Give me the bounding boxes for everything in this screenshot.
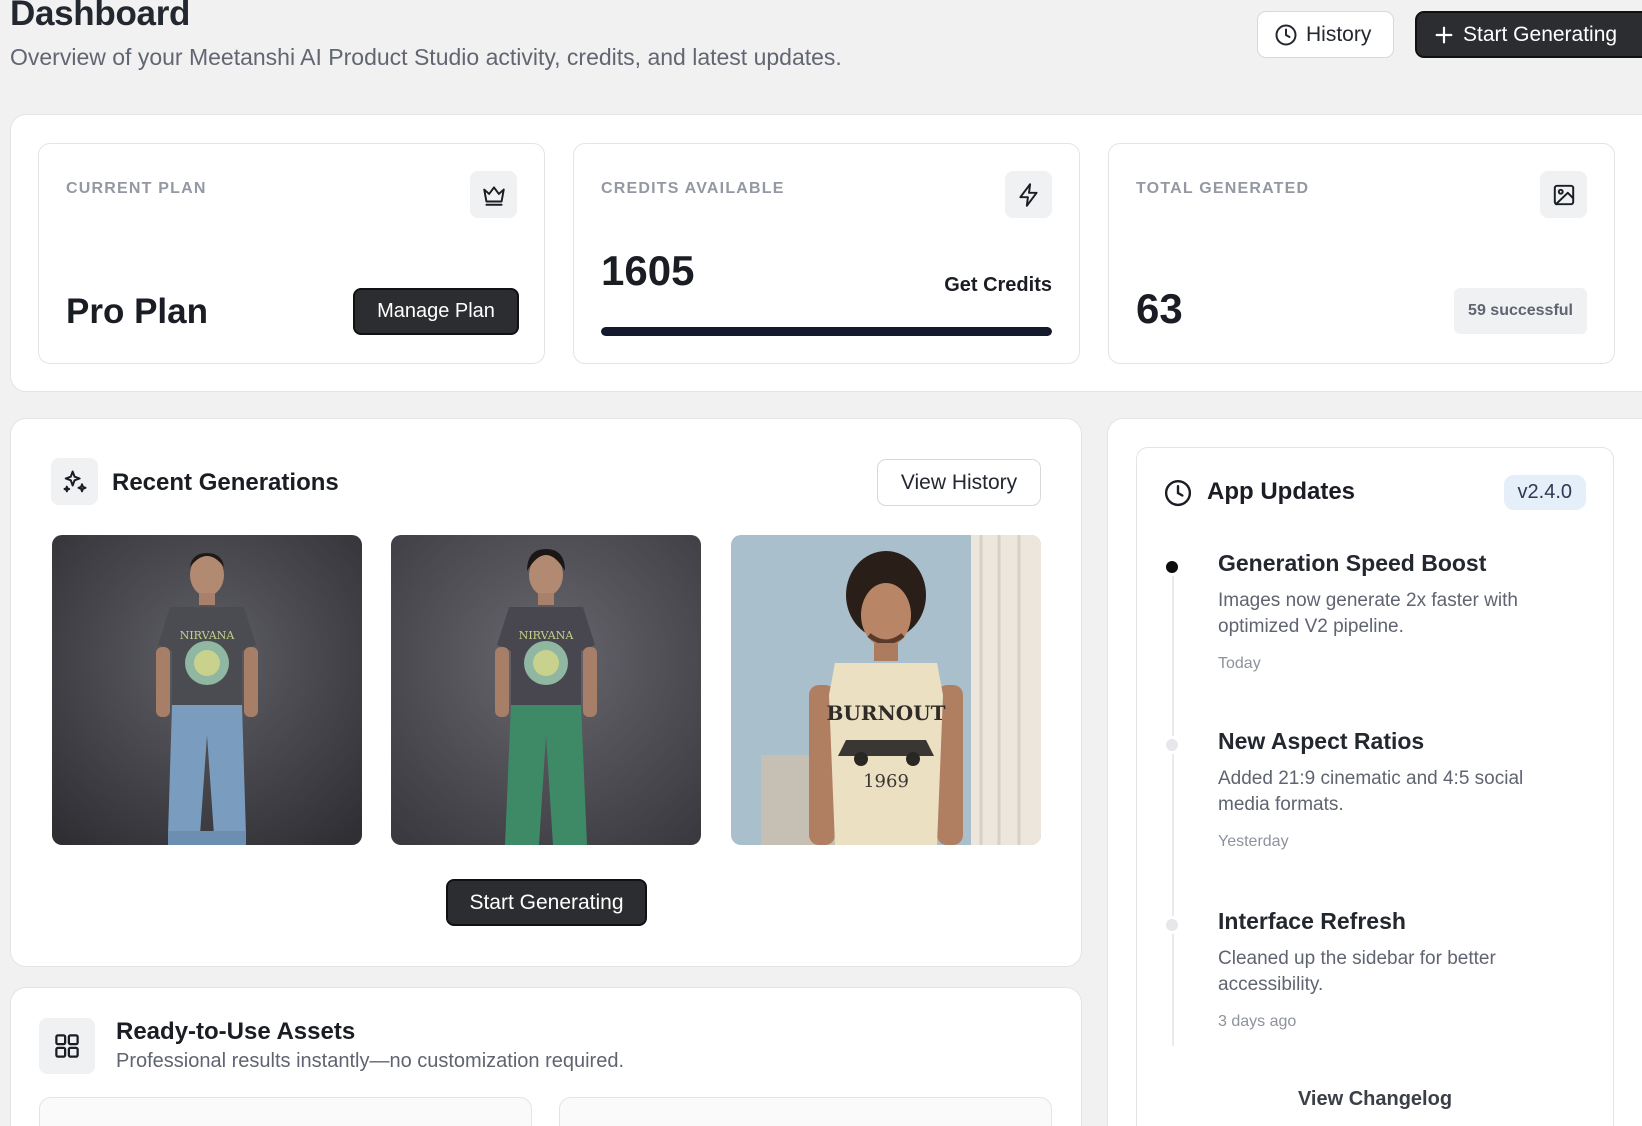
generation-thumbnail[interactable]: BURNOUT 1969 — [731, 535, 1041, 845]
total-generated-value: 63 — [1136, 285, 1183, 332]
svg-text:1969: 1969 — [863, 771, 909, 792]
current-plan-card: CURRENT PLAN Pro Plan Manage Plan — [38, 143, 545, 364]
update-time: Today — [1218, 655, 1261, 672]
start-generating-label: Start Generating — [1463, 22, 1618, 46]
app-updates-title: App Updates — [1207, 478, 1356, 505]
timeline-dot — [1163, 736, 1181, 754]
page-subtitle: Overview of your Meetanshi AI Product St… — [10, 44, 842, 70]
crown-icon — [470, 171, 517, 218]
history-button[interactable]: History — [1257, 11, 1394, 58]
current-plan-label: CURRENT PLAN — [66, 180, 207, 197]
update-title: New Aspect Ratios — [1218, 728, 1425, 754]
total-generated-label: TOTAL GENERATED — [1136, 180, 1310, 197]
success-badge: 59 successful — [1454, 288, 1587, 334]
generation-thumbnail[interactable]: NIRVANA — [52, 535, 362, 845]
credits-value: 1605 — [601, 247, 695, 294]
manage-plan-button[interactable]: Manage Plan — [353, 288, 519, 335]
page-title: Dashboard — [10, 0, 191, 33]
credits-progress-fill — [601, 327, 1052, 336]
update-time: Yesterday — [1218, 833, 1289, 850]
update-time: 3 days ago — [1218, 1013, 1297, 1030]
asset-card[interactable] — [39, 1097, 532, 1126]
recent-generations-panel: Recent Generations View History NIRVANA — [10, 418, 1082, 967]
assets-title: Ready-to-Use Assets — [116, 1018, 356, 1045]
svg-text:NIRVANA: NIRVANA — [519, 629, 575, 642]
update-description: Added 21:9 cinematic and 4:5 social medi… — [1218, 768, 1524, 815]
plan-name: Pro Plan — [66, 292, 208, 331]
total-generated-card: TOTAL GENERATED 63 59 successful — [1108, 143, 1615, 364]
app-updates-panel: App Updates v2.4.0 Generation Speed Boos… — [1107, 418, 1642, 1126]
update-description: Cleaned up the sidebar for better access… — [1218, 948, 1496, 995]
assets-panel: Ready-to-Use Assets Professional results… — [10, 987, 1082, 1126]
credits-card: CREDITS AVAILABLE 1605 Get Credits — [573, 143, 1080, 364]
history-button-label: History — [1306, 22, 1372, 46]
view-changelog-link[interactable]: View Changelog — [1137, 1088, 1613, 1111]
clock-icon — [1274, 23, 1298, 47]
stats-panel: CURRENT PLAN Pro Plan Manage Plan CREDIT… — [10, 114, 1642, 392]
image-icon — [1540, 171, 1587, 218]
credits-label: CREDITS AVAILABLE — [601, 180, 785, 197]
update-title: Interface Refresh — [1218, 908, 1406, 934]
timeline-dot — [1163, 558, 1181, 576]
start-generating-button-secondary[interactable]: Start Generating — [446, 879, 647, 926]
start-generating-button[interactable]: Start Generating — [1415, 11, 1642, 58]
sparkles-icon — [51, 458, 98, 505]
plus-icon — [1433, 24, 1455, 46]
get-credits-link[interactable]: Get Credits — [944, 274, 1052, 297]
credits-progress-bar — [601, 327, 1052, 336]
timeline-line — [1172, 566, 1174, 1046]
lightning-icon — [1005, 171, 1052, 218]
clock-icon — [1163, 478, 1193, 513]
svg-text:BURNOUT: BURNOUT — [827, 701, 946, 725]
view-history-button[interactable]: View History — [877, 459, 1041, 506]
asset-card[interactable] — [559, 1097, 1052, 1126]
app-updates-card: App Updates v2.4.0 Generation Speed Boos… — [1136, 447, 1614, 1126]
grid-icon — [39, 1018, 95, 1074]
update-title: Generation Speed Boost — [1218, 550, 1487, 576]
version-badge: v2.4.0 — [1503, 475, 1586, 510]
update-description: Images now generate 2x faster with optim… — [1218, 590, 1518, 637]
generation-thumbnail[interactable]: NIRVANA — [391, 535, 701, 845]
timeline-dot — [1163, 916, 1181, 934]
assets-subtitle: Professional results instantly—no custom… — [116, 1050, 625, 1072]
recent-generations-title: Recent Generations — [112, 469, 339, 496]
svg-text:NIRVANA: NIRVANA — [180, 629, 236, 642]
